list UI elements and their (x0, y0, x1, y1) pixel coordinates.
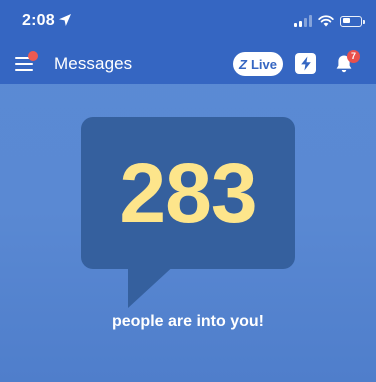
page-title: Messages (54, 54, 133, 73)
notification-badge: 7 (347, 50, 360, 63)
location-arrow-icon (59, 14, 71, 26)
nav-bar: Messages Z Live 7 (0, 44, 376, 84)
menu-notification-dot (28, 51, 38, 61)
match-count: 283 (119, 145, 257, 240)
status-bar: 2:08 (0, 0, 376, 44)
status-time: 2:08 (22, 12, 55, 29)
app-screen: 2:08 Messages Z Live 7 283 people are in… (0, 0, 376, 382)
tagline: people are into you! (111, 313, 264, 330)
boost-button[interactable] (295, 53, 316, 74)
status-indicators (294, 12, 365, 30)
lightning-bolt-icon (300, 56, 311, 71)
battery-icon (340, 15, 365, 27)
battery-level (342, 18, 350, 23)
wifi-icon (318, 15, 334, 27)
cellular-signal-icon (294, 15, 312, 27)
top-bar: 2:08 Messages Z Live 7 (0, 0, 376, 84)
live-logo: Z (239, 56, 247, 72)
live-button[interactable]: Z Live (233, 52, 283, 76)
live-label: Live (250, 56, 277, 72)
